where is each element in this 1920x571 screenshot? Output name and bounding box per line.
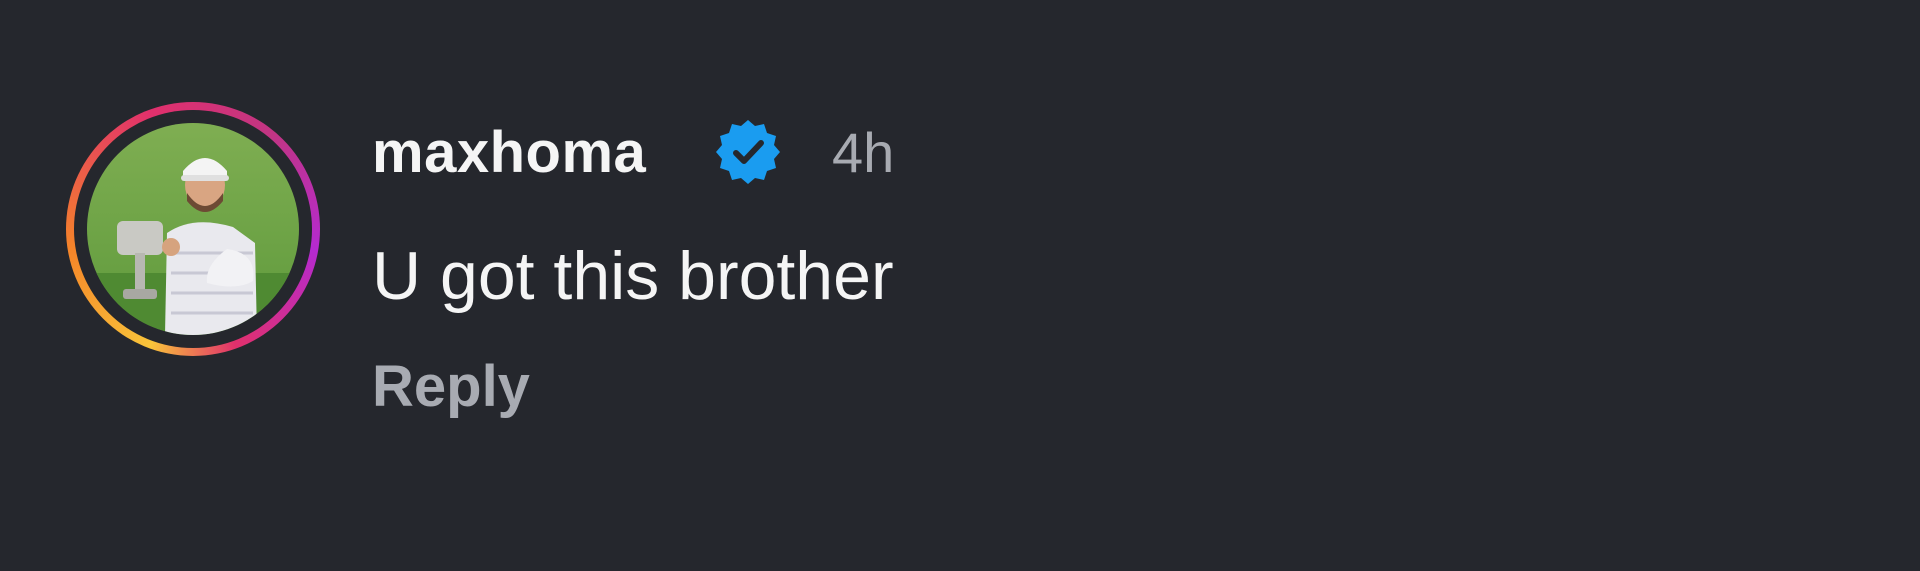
avatar-photo-icon <box>87 123 299 335</box>
avatar-story-ring[interactable] <box>66 102 320 356</box>
comment-text: U got this brother <box>372 238 894 314</box>
comment-timestamp: 4h <box>832 121 895 184</box>
username-link[interactable]: maxhoma <box>372 118 646 188</box>
comment-item: maxhoma 4h U got this brother Reply <box>0 0 1920 571</box>
avatar[interactable] <box>87 123 299 335</box>
verified-badge-icon <box>716 120 780 184</box>
reply-button[interactable]: Reply <box>372 352 530 422</box>
